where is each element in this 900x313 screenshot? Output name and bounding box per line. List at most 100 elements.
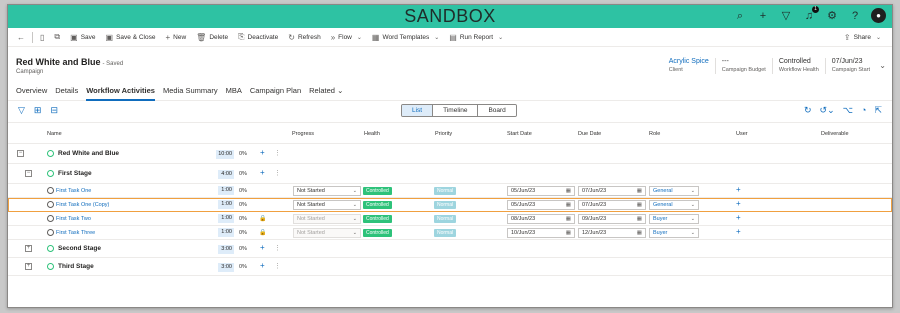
tab-mba[interactable]: MBA: [226, 80, 242, 101]
due-date-field[interactable]: 07/Jun/23 ▦: [578, 200, 646, 210]
table-row-task[interactable]: First Task One 1:00 0% Not Started ⌄ Cont…: [8, 184, 892, 198]
add-user-icon[interactable]: +: [736, 185, 741, 194]
role-select[interactable]: General ⌄: [649, 186, 699, 196]
client-link[interactable]: Acrylic Spice: [669, 58, 709, 66]
collapse-toggle[interactable]: −: [25, 170, 32, 177]
avatar[interactable]: ●: [871, 8, 886, 23]
more-icon[interactable]: ⋮: [274, 169, 281, 177]
chart-icon[interactable]: ◔: [861, 105, 866, 116]
status-circle-icon[interactable]: [47, 187, 54, 194]
table-row-stage[interactable]: + Second Stage 3:00 0% + ⋮: [8, 240, 892, 258]
add-icon[interactable]: +: [260, 243, 265, 252]
more-icon[interactable]: ⋮: [274, 244, 281, 252]
calendar-icon[interactable]: ▦: [566, 187, 571, 195]
calendar-icon[interactable]: ▦: [637, 229, 642, 237]
table-row-task[interactable]: First Task One (Copy) 1:00 0% Not Starte…: [8, 198, 892, 212]
settings-icon[interactable]: ⚙: [825, 9, 839, 23]
column-deliverable[interactable]: Deliverable: [821, 131, 849, 137]
tab-overview[interactable]: Overview: [16, 80, 47, 101]
expand-toggle[interactable]: +: [25, 263, 32, 270]
expand-toggle[interactable]: +: [25, 245, 32, 252]
save-close-button[interactable]: ▣ Save & Close: [101, 28, 161, 47]
tab-details[interactable]: Details: [55, 80, 78, 101]
tab-media-summary[interactable]: Media Summary: [163, 80, 218, 101]
progress-select[interactable]: Not Started ⌄: [293, 200, 361, 210]
column-start-date[interactable]: Start Date: [507, 131, 532, 137]
column-due-date[interactable]: Due Date: [578, 131, 601, 137]
row-name[interactable]: First Task One (Copy): [56, 202, 109, 208]
chevron-down-icon[interactable]: ⌄: [879, 61, 886, 70]
calendar-icon[interactable]: ▦: [637, 215, 642, 223]
search-icon[interactable]: ⌕: [733, 9, 747, 23]
plus-icon[interactable]: +: [756, 9, 770, 23]
expand-all-icon[interactable]: ⊞: [34, 105, 42, 116]
progress-select[interactable]: Not Started ⌄: [293, 186, 361, 196]
view-list-button[interactable]: List: [402, 105, 433, 116]
more-icon[interactable]: ⋮: [274, 149, 281, 157]
sync-icon[interactable]: ↺⌄: [820, 105, 835, 116]
row-name[interactable]: First Task Two: [56, 216, 91, 222]
start-date-field[interactable]: 05/Jun/23 ▦: [507, 186, 575, 196]
table-row-task[interactable]: First Task Two 1:00 0% 🔒 Not Started ⌄ Co…: [8, 212, 892, 226]
flow-button[interactable]: » Flow ⌄: [326, 28, 367, 47]
record-button[interactable]: ▯: [35, 28, 49, 47]
tab-campaign-plan[interactable]: Campaign Plan: [250, 80, 301, 101]
help-icon[interactable]: ?: [848, 9, 862, 23]
start-date-field[interactable]: 10/Jun/23 ▦: [507, 228, 575, 238]
role-select[interactable]: General ⌄: [649, 200, 699, 210]
run-report-button[interactable]: ▤ Run Report ⌄: [444, 28, 508, 47]
column-user[interactable]: User: [736, 131, 748, 137]
column-progress[interactable]: Progress: [292, 131, 314, 137]
row-name[interactable]: First Task One: [56, 188, 91, 194]
add-icon[interactable]: +: [260, 261, 265, 270]
refresh-button[interactable]: ↻ Refresh: [283, 28, 325, 47]
back-button[interactable]: ←: [12, 28, 30, 47]
hierarchy-icon[interactable]: ⌥: [843, 105, 853, 116]
status-circle-icon[interactable]: [47, 229, 54, 236]
calendar-icon[interactable]: ▦: [566, 201, 571, 209]
collapse-toggle[interactable]: −: [17, 150, 24, 157]
calendar-icon[interactable]: ▦: [566, 229, 571, 237]
column-health[interactable]: Health: [364, 131, 380, 137]
row-name[interactable]: Second Stage: [58, 245, 101, 252]
column-role[interactable]: Role: [649, 131, 660, 137]
refresh-icon[interactable]: ↻: [804, 105, 812, 116]
collapse-all-icon[interactable]: ⊟: [50, 105, 58, 116]
tab-related[interactable]: Related ⌄: [309, 80, 343, 101]
delete-button[interactable]: 🗑 Delete: [191, 28, 233, 47]
role-select[interactable]: Buyer ⌄: [649, 228, 699, 238]
row-name[interactable]: Red White and Blue: [58, 150, 119, 157]
due-date-field[interactable]: 12/Jun/23 ▦: [578, 228, 646, 238]
column-priority[interactable]: Priority: [435, 131, 452, 137]
notification-icon[interactable]: ♫ 1: [802, 5, 819, 23]
status-circle-icon[interactable]: [47, 201, 54, 208]
table-row-stage[interactable]: + Third Stage 3:00 0% + ⋮: [8, 258, 892, 276]
row-name[interactable]: First Task Three: [56, 230, 95, 236]
add-icon[interactable]: +: [260, 148, 265, 157]
add-user-icon[interactable]: +: [736, 213, 741, 222]
new-window-button[interactable]: ⧉: [49, 28, 65, 47]
table-row-stage[interactable]: − First Stage 4:00 0% + ⋮: [8, 164, 892, 184]
new-button[interactable]: + New: [160, 28, 191, 47]
share-button[interactable]: ⇪ Share ⌄: [839, 28, 886, 47]
calendar-icon[interactable]: ▦: [637, 201, 642, 209]
word-templates-button[interactable]: ▦ Word Templates ⌄: [367, 28, 444, 47]
filter-icon[interactable]: ▽: [779, 9, 793, 23]
open-external-icon[interactable]: ⇱: [874, 105, 882, 116]
start-date-field[interactable]: 08/Jun/23 ▦: [507, 214, 575, 224]
calendar-icon[interactable]: ▦: [566, 215, 571, 223]
row-name[interactable]: Third Stage: [58, 263, 94, 270]
save-button[interactable]: ▣ Save: [65, 28, 100, 47]
status-circle-icon[interactable]: [47, 215, 54, 222]
table-row-task[interactable]: First Task Three 1:00 0% 🔒 Not Started ⌄ …: [8, 226, 892, 240]
calendar-icon[interactable]: ▦: [637, 187, 642, 195]
due-date-field[interactable]: 07/Jun/23 ▦: [578, 186, 646, 196]
add-user-icon[interactable]: +: [736, 227, 741, 236]
view-board-button[interactable]: Board: [477, 105, 516, 116]
view-timeline-button[interactable]: Timeline: [432, 105, 478, 116]
due-date-field[interactable]: 09/Jun/23 ▦: [578, 214, 646, 224]
add-user-icon[interactable]: +: [736, 199, 741, 208]
role-select[interactable]: Buyer ⌄: [649, 214, 699, 224]
column-name[interactable]: Name: [47, 131, 62, 137]
table-row-campaign[interactable]: − Red White and Blue 10:00 0% + ⋮: [8, 144, 892, 164]
